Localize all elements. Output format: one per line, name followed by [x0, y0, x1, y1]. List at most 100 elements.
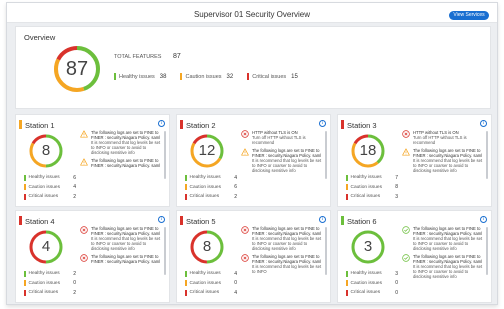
issue-list: The following logs are set to FINE to FI…	[241, 226, 325, 302]
total-features: TOTAL FEATURES 87	[114, 53, 181, 60]
station-card[interactable]: Station 1 i 8 Healthy issues 6 Caution is…	[15, 114, 170, 207]
error-icon	[80, 226, 88, 234]
caution-value: 32	[226, 73, 234, 80]
stat-label: Healthy issues	[28, 175, 60, 181]
issue-item[interactable]: The following logs are set to FINE to FI…	[241, 254, 325, 274]
stat-label: Critical issues	[189, 194, 220, 200]
issue-list: The following logs are set to FINE to FI…	[402, 226, 486, 302]
caution-marker	[24, 280, 26, 287]
issue-item[interactable]: The following logs are set to FINE to FI…	[80, 226, 164, 251]
issue-item[interactable]: The following logs are set to FINE to FI…	[402, 226, 486, 251]
issue-item[interactable]: HTTP without TLS is ON Turn off HTTP wit…	[402, 130, 486, 145]
issue-item[interactable]: The following logs are set to FINE to FI…	[241, 226, 325, 251]
station-card[interactable]: Station 6 i 3 Healthy issues 3 Caution is…	[337, 210, 492, 303]
stat-label: Caution issues	[189, 184, 221, 190]
issue-description: It is recommend that log levels be set t…	[91, 236, 161, 251]
station-title: Station 4	[25, 217, 55, 226]
info-icon[interactable]: i	[319, 216, 326, 223]
status-indicator	[19, 120, 22, 129]
scrollbar[interactable]	[164, 131, 166, 179]
scrollbar[interactable]	[325, 131, 327, 179]
station-card[interactable]: Station 5 i 8 Healthy issues 4 Caution is…	[176, 210, 331, 303]
info-icon[interactable]: i	[319, 120, 326, 127]
info-icon[interactable]: i	[480, 216, 487, 223]
critical-marker	[346, 193, 348, 200]
scrollbar[interactable]	[325, 227, 327, 275]
station-score: 3	[363, 238, 373, 255]
station-title: Station 1	[25, 121, 55, 130]
issue-item[interactable]: The following logs are set to FINE to FI…	[80, 158, 164, 168]
issue-item[interactable]: The following logs are set to FINE to FI…	[80, 254, 164, 264]
issue-title: The following logs are set to FINE to FI…	[252, 254, 322, 264]
critical-value: 15	[291, 73, 298, 80]
healthy-marker	[114, 73, 116, 80]
issue-item[interactable]: The following logs are set to FINE to FI…	[402, 148, 486, 173]
issue-list: HTTP without TLS is ON Turn off HTTP wit…	[402, 130, 486, 206]
stat-value: 4	[234, 270, 237, 277]
healthy-value: 38	[159, 73, 167, 80]
status-indicator	[341, 216, 344, 225]
stat-label: Healthy issues	[189, 271, 221, 277]
caution-marker	[185, 184, 187, 191]
critical-marker	[24, 289, 26, 296]
legend-critical: Critical issues 15	[247, 73, 298, 80]
stat-healthy: Healthy issues 3	[346, 269, 398, 279]
caution-marker	[346, 184, 348, 191]
stat-value: 6	[73, 174, 76, 181]
issue-title: The following logs are set to FINE to FI…	[413, 226, 483, 236]
info-icon[interactable]: i	[158, 216, 165, 223]
scrollbar[interactable]	[486, 131, 488, 179]
header-bar: Supervisor 01 Security Overview View Ser…	[7, 3, 497, 23]
station-card[interactable]: Station 4 i 4 Healthy issues 2 Caution is…	[15, 210, 170, 303]
station-donut: 3	[350, 229, 386, 265]
check-icon	[402, 254, 410, 262]
stat-value: 2	[73, 270, 76, 277]
overview-score: 87	[65, 58, 89, 80]
critical-marker	[185, 193, 187, 200]
station-donut: 8	[28, 133, 64, 169]
issue-title: The following logs are set to FINE to FI…	[91, 226, 161, 236]
station-stats: Healthy issues 3 Caution issues 0 Critical…	[346, 269, 398, 298]
error-icon	[241, 226, 249, 234]
stat-healthy: Healthy issues 4	[185, 269, 237, 279]
issue-item[interactable]: The following logs are set to FINE to FI…	[80, 130, 164, 155]
stat-label: Caution issues	[28, 280, 60, 286]
overview-donut: 87	[52, 44, 102, 94]
issue-item[interactable]: HTTP without TLS is ON Turn off HTTP wit…	[241, 130, 325, 145]
stat-caution: Caution issues 6	[185, 183, 237, 193]
stat-label: Critical issues	[350, 290, 381, 296]
warning-icon	[80, 158, 88, 166]
station-score: 4	[41, 238, 51, 255]
stat-label: Healthy issues	[350, 271, 382, 277]
station-score: 12	[198, 142, 216, 159]
healthy-marker	[185, 270, 187, 277]
scrollbar[interactable]	[164, 227, 166, 275]
issue-item[interactable]: The following logs are set to FINE to FI…	[402, 254, 486, 279]
warning-icon	[80, 130, 88, 138]
station-card[interactable]: Station 3 i 18 Healthy issues 7 Caution i…	[337, 114, 492, 207]
issue-list: HTTP without TLS is ON Turn off HTTP wit…	[241, 130, 325, 206]
caution-marker	[24, 184, 26, 191]
status-indicator	[341, 120, 344, 129]
issue-item[interactable]: The following logs are set to FINE to FI…	[241, 148, 325, 173]
healthy-marker	[24, 270, 26, 277]
overview-title: Overview	[24, 33, 56, 42]
issue-title: The following logs are set to FINE to FI…	[413, 254, 483, 264]
stat-value: 3	[395, 193, 398, 200]
warning-icon	[241, 148, 249, 156]
issue-title: The following logs are set to FINE to FI…	[413, 148, 483, 158]
view-services-button[interactable]: View Services	[449, 11, 489, 20]
caution-label: Caution issues	[185, 73, 222, 80]
station-title: Station 6	[347, 217, 377, 226]
issue-title: The following logs are set to FINE to FI…	[252, 148, 322, 158]
error-icon	[241, 130, 249, 138]
stat-caution: Caution issues 8	[346, 183, 398, 193]
station-card[interactable]: Station 2 i 12 Healthy issues 4 Caution i…	[176, 114, 331, 207]
info-icon[interactable]: i	[480, 120, 487, 127]
stat-value: 2	[234, 193, 237, 200]
total-features-label: TOTAL FEATURES	[114, 54, 162, 60]
stat-label: Healthy issues	[189, 175, 221, 181]
scrollbar[interactable]	[486, 227, 488, 275]
info-icon[interactable]: i	[158, 120, 165, 127]
issue-description: It is recommend that log levels be set t…	[252, 236, 322, 251]
